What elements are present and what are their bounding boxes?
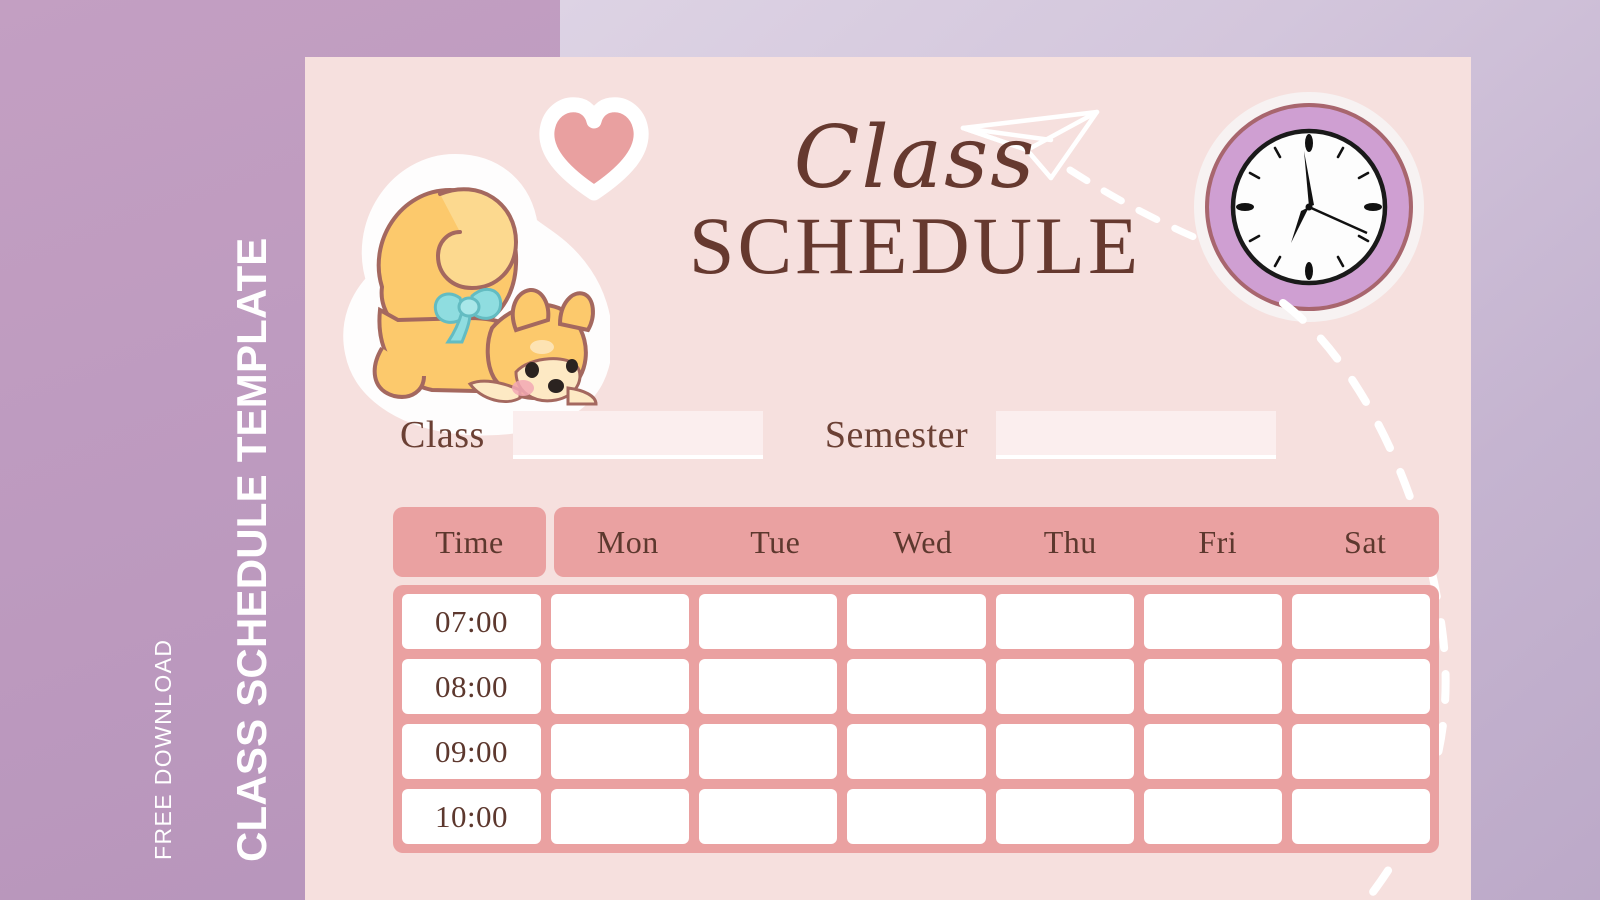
slot-cell-mon[interactable] [551, 789, 690, 844]
slot-cell-fri[interactable] [1143, 594, 1282, 649]
header-day-label: Mon [596, 523, 659, 560]
title-main-word: SCHEDULE [688, 200, 1142, 291]
time-cell: 10:00 [402, 789, 541, 844]
promo-template-title: CLASS SCHEDULE TEMPLATE [228, 237, 275, 862]
page-title: Class SCHEDULE [605, 115, 1225, 289]
semester-label: Semester [824, 414, 969, 456]
meta-fields-row: Class Semester [400, 405, 1445, 465]
slot-cell-fri[interactable] [1143, 724, 1282, 779]
time-label: 10:00 [434, 798, 509, 834]
schedule-card: Class SCHEDULE Class Semester Time Mon T… [305, 57, 1471, 900]
header-cell-mon: Mon [554, 524, 702, 561]
slot-cell-thu[interactable] [995, 659, 1134, 714]
table-row: 09:00 [402, 724, 1431, 779]
header-day-label: Sat [1344, 523, 1387, 560]
table-row: 10:00 [402, 789, 1431, 844]
time-cell: 08:00 [402, 659, 541, 714]
slot-cell-thu[interactable] [995, 594, 1134, 649]
header-day-label: Wed [893, 523, 953, 560]
slot-cell-mon[interactable] [551, 594, 690, 649]
slot-cell-thu[interactable] [995, 789, 1134, 844]
header-cell-thu: Thu [997, 524, 1145, 561]
table-body: 07:00 08:00 09:00 10:00 [393, 585, 1439, 853]
slot-cell-sat[interactable] [1291, 724, 1431, 779]
schedule-table: Time Mon Tue Wed Thu Fri Sat 07:00 08:00… [393, 507, 1439, 853]
header-cell-sat: Sat [1292, 524, 1440, 561]
table-header-row: Time Mon Tue Wed Thu Fri Sat [393, 507, 1439, 577]
slot-cell-fri[interactable] [1143, 789, 1282, 844]
slot-cell-wed[interactable] [847, 659, 986, 714]
semester-input[interactable] [996, 411, 1277, 459]
time-cell: 09:00 [402, 724, 541, 779]
slot-cell-tue[interactable] [699, 724, 838, 779]
header-cell-tue: Tue [702, 524, 850, 561]
table-row: 08:00 [402, 659, 1431, 714]
screenshot-root: FREE DOWNLOAD CLASS SCHEDULE TEMPLATE Cl… [0, 0, 1600, 900]
time-label: 09:00 [434, 733, 509, 769]
title-script-word: Class [793, 108, 1037, 208]
slot-cell-wed[interactable] [847, 789, 986, 844]
slot-cell-sat[interactable] [1291, 659, 1431, 714]
class-label: Class [400, 414, 485, 456]
header-day-label: Fri [1198, 523, 1238, 560]
wall-clock-icon [1194, 92, 1424, 322]
slot-cell-wed[interactable] [847, 594, 986, 649]
slot-cell-tue[interactable] [699, 789, 838, 844]
promo-banner: FREE DOWNLOAD CLASS SCHEDULE TEMPLATE [0, 0, 300, 900]
slot-cell-sat[interactable] [1291, 594, 1431, 649]
table-row: 07:00 [402, 594, 1431, 649]
slot-cell-fri[interactable] [1143, 659, 1282, 714]
header-day-label: Thu [1043, 523, 1097, 560]
slot-cell-tue[interactable] [699, 659, 838, 714]
slot-cell-mon[interactable] [551, 724, 690, 779]
slot-cell-mon[interactable] [551, 659, 690, 714]
header-cell-wed: Wed [849, 524, 997, 561]
slot-cell-sat[interactable] [1291, 789, 1431, 844]
header-cells-days: Mon Tue Wed Thu Fri Sat [554, 507, 1439, 577]
time-label: 07:00 [434, 603, 509, 639]
slot-cell-tue[interactable] [699, 594, 838, 649]
promo-free-download-label: FREE DOWNLOAD [150, 638, 176, 860]
header-cell-time: Time [393, 507, 546, 577]
time-label: 08:00 [434, 668, 509, 704]
header-time-label: Time [435, 523, 504, 560]
slot-cell-thu[interactable] [995, 724, 1134, 779]
class-input[interactable] [512, 411, 763, 459]
slot-cell-wed[interactable] [847, 724, 986, 779]
header-day-label: Tue [750, 523, 801, 560]
time-cell: 07:00 [402, 594, 541, 649]
header-cell-fri: Fri [1144, 524, 1292, 561]
